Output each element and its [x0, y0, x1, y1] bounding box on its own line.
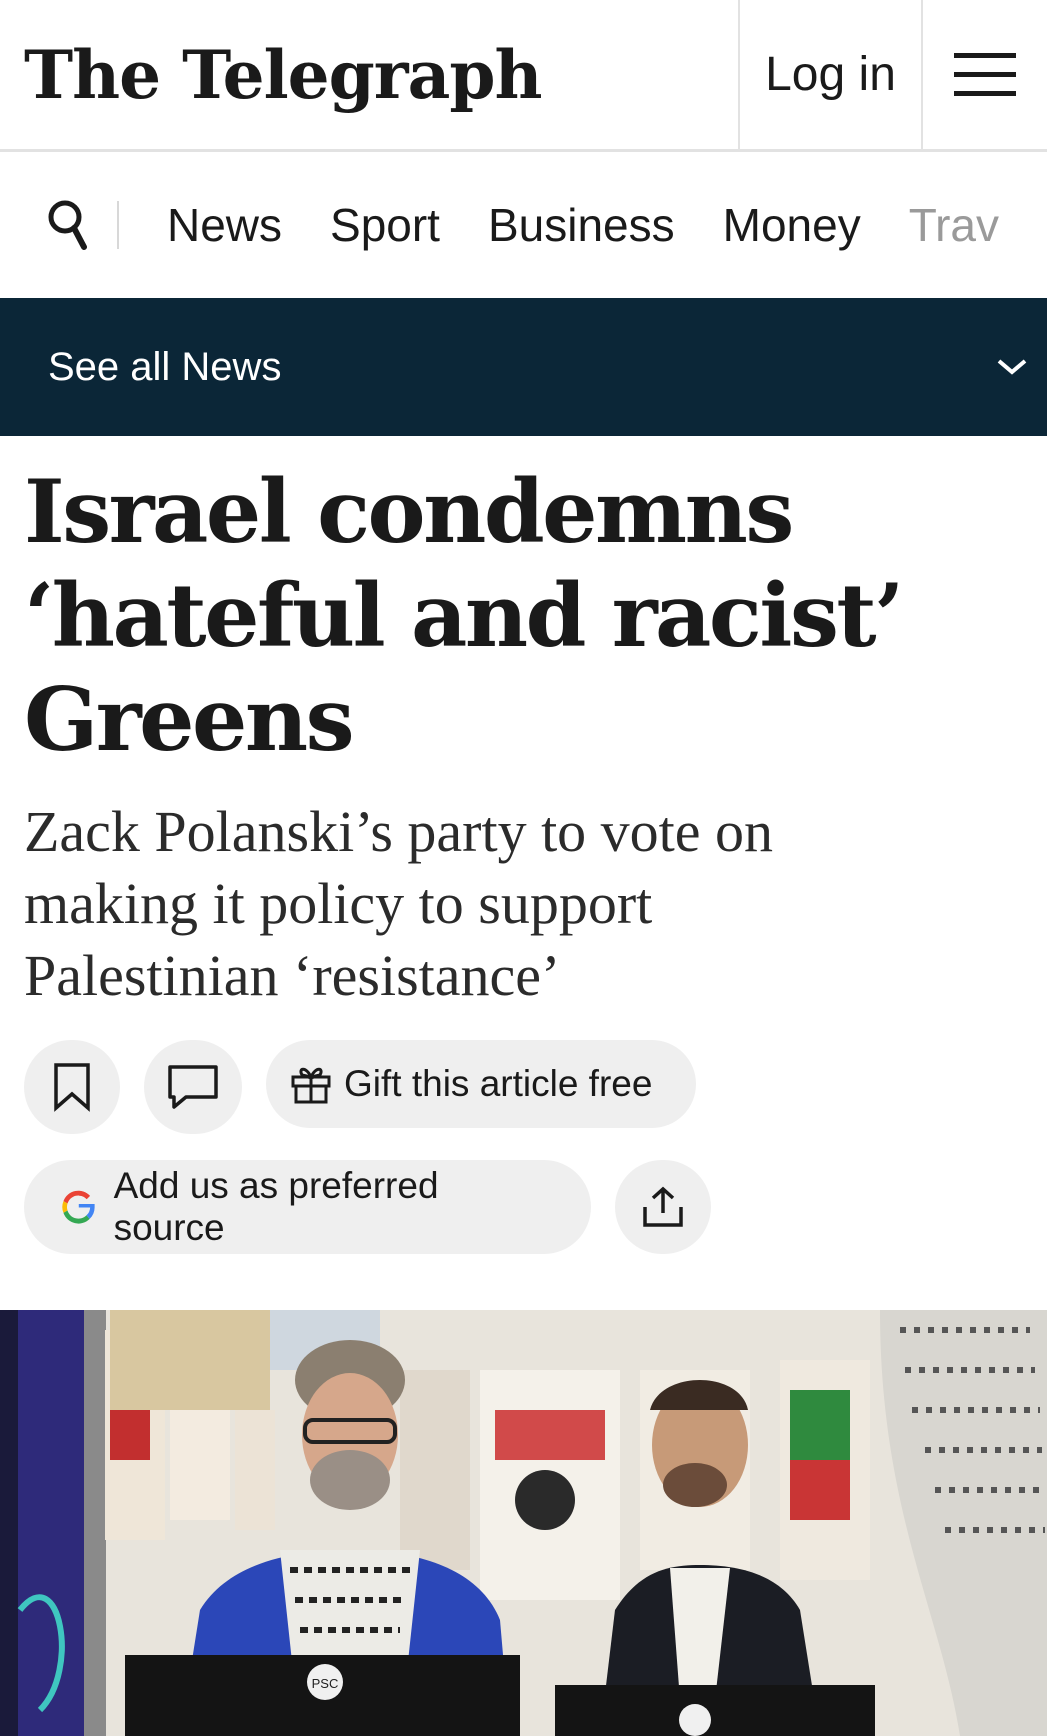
logo-text[interactable]: The Telegraph — [24, 36, 542, 114]
nav-item-travel[interactable]: Trav — [909, 198, 999, 252]
nav-item-news[interactable]: News — [167, 198, 282, 252]
headline-line: Greens — [24, 668, 355, 771]
menu-button[interactable] — [923, 0, 1047, 149]
photo-badge-text: PSC — [312, 1676, 339, 1691]
login-label[interactable]: Log in — [765, 47, 896, 102]
article-headline: Israel condemns ‘hateful and racist’ Gre… — [24, 460, 1024, 772]
preferred-source-button[interactable]: Add us as preferred source — [24, 1160, 591, 1254]
nav-divider — [117, 201, 119, 249]
share-icon — [643, 1186, 683, 1227]
search-button[interactable] — [24, 185, 109, 265]
nav-item-business[interactable]: Business — [488, 198, 675, 252]
article-photo: PSC — [0, 1310, 1047, 1736]
hamburger-menu-icon[interactable] — [954, 52, 1016, 97]
login-button[interactable]: Log in — [738, 0, 923, 149]
see-all-news-label[interactable]: See all News — [48, 345, 281, 390]
nav-item-money[interactable]: Money — [723, 198, 861, 252]
headline-line: Israel condemns — [24, 460, 794, 563]
preferred-source-label[interactable]: Add us as preferred source — [114, 1165, 555, 1249]
standfirst-line: making it policy to support — [24, 871, 653, 936]
telegraph-logo[interactable]: The Telegraph — [0, 0, 738, 149]
headline-line: ‘hateful and racist’ — [24, 564, 904, 667]
comment-button[interactable] — [144, 1040, 242, 1134]
bookmark-button[interactable] — [24, 1040, 120, 1134]
search-icon[interactable] — [47, 199, 87, 251]
gift-icon — [291, 1067, 331, 1104]
section-nav: News Sport Business Money Trav — [0, 152, 1047, 298]
site-header: The Telegraph Log in — [0, 0, 1047, 152]
article-standfirst: Zack Polanski’s party to vote on making … — [24, 796, 1024, 1012]
article-photo-image: PSC — [0, 1310, 1047, 1736]
chevron-down-icon[interactable] — [997, 358, 1027, 376]
google-icon — [62, 1190, 95, 1224]
share-button[interactable] — [615, 1160, 711, 1254]
gift-article-button[interactable]: Gift this article free — [266, 1040, 696, 1128]
gift-article-label[interactable]: Gift this article free — [344, 1063, 652, 1105]
standfirst-line: Palestinian ‘resistance’ — [24, 943, 561, 1008]
see-all-news-bar[interactable]: See all News — [0, 298, 1047, 436]
comment-icon — [168, 1065, 218, 1109]
bookmark-icon — [54, 1063, 90, 1112]
nav-item-sport[interactable]: Sport — [330, 198, 440, 252]
standfirst-line: Zack Polanski’s party to vote on — [24, 799, 774, 864]
